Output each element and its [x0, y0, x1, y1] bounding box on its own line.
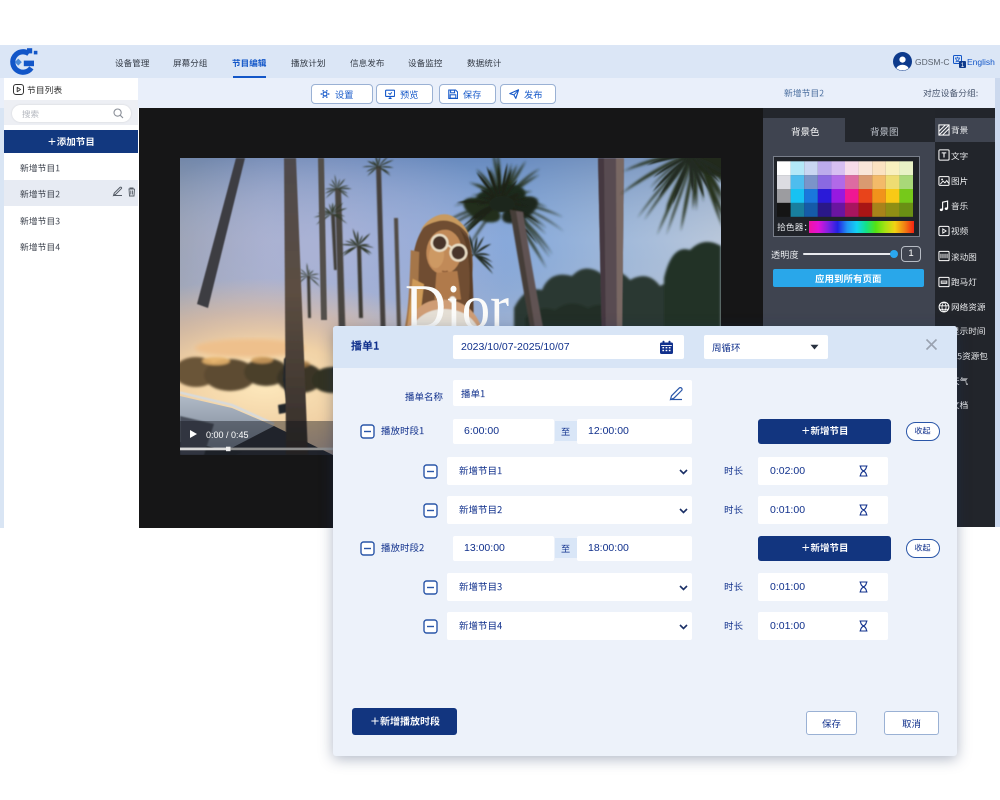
svg-text:0:00 / 0:45: 0:00 / 0:45: [206, 430, 249, 440]
